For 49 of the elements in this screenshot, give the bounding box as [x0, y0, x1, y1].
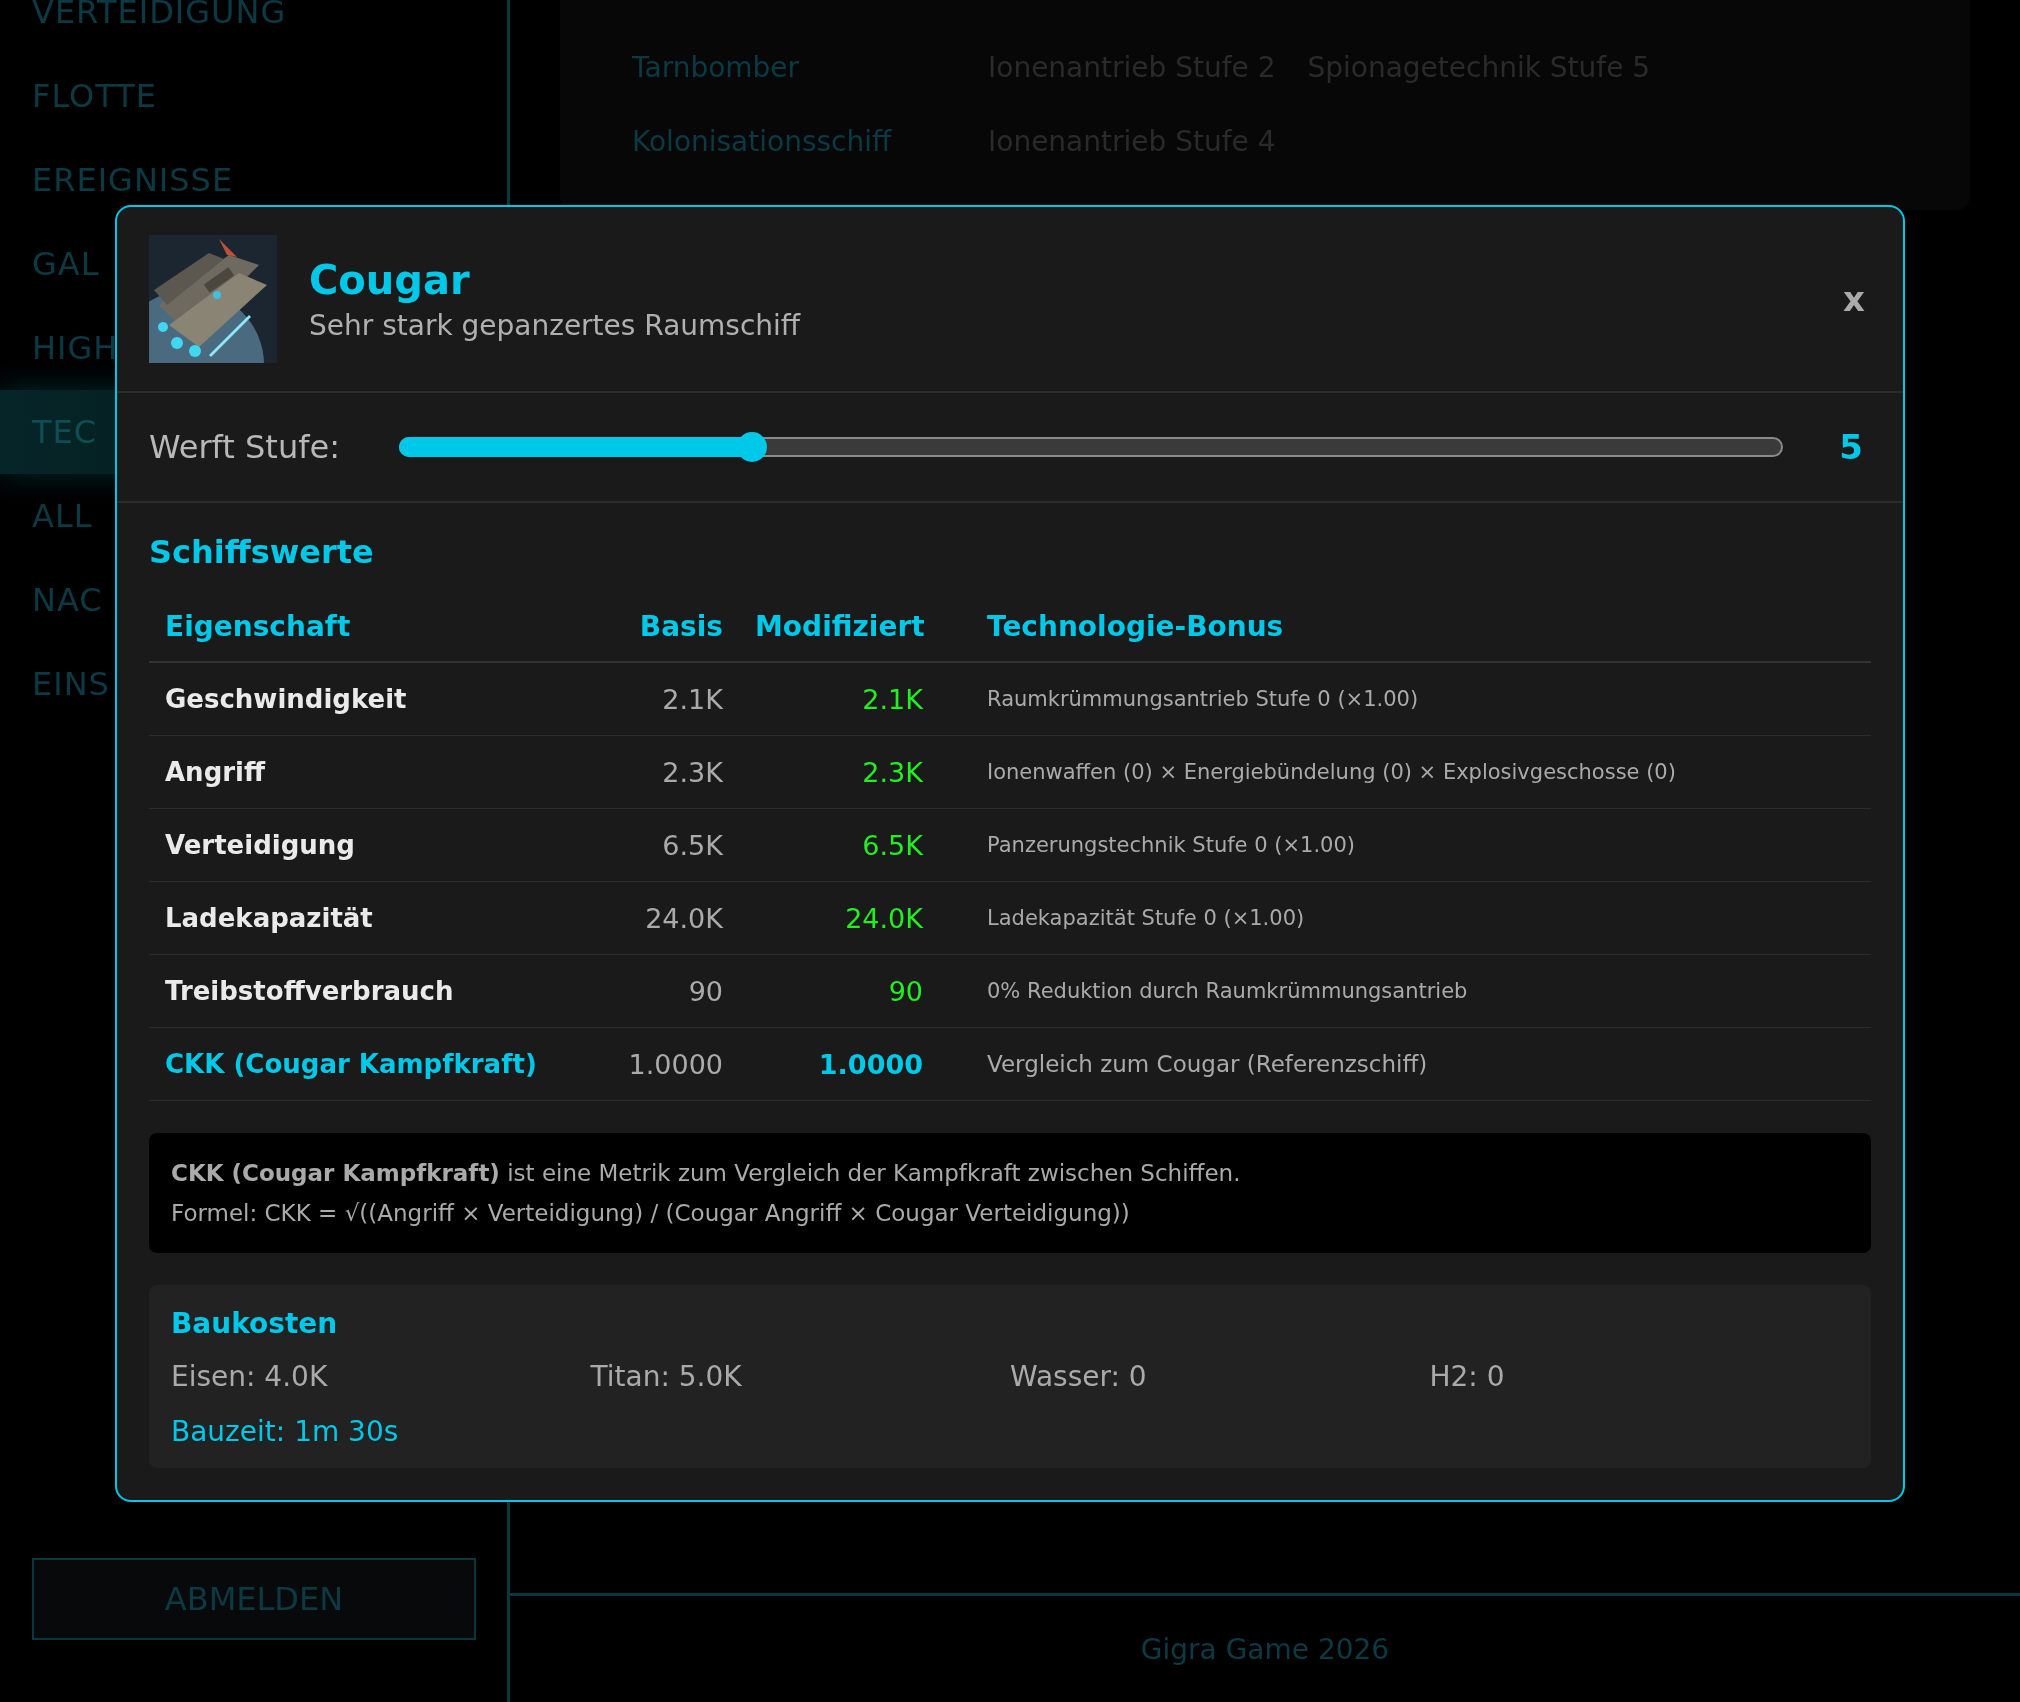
table-cell-text: 0% Reduktion durch Raumkrümmungsantrieb — [986, 979, 1469, 1003]
table-cell-text: 24.0K — [644, 902, 724, 934]
table-cell-text: 1.0000 — [627, 1048, 724, 1080]
table-cell-text: Ionenwaffen (0) × Energiebündelung (0) × Explosivgeschosse (0) — [986, 760, 1677, 784]
info-text: CKK (Cougar Kampfkraft) ist eine Metrik zum Vergleich der Kampfkraft zwischen Schiffen. — [171, 1159, 1242, 1188]
table-cell-text: 6.5K — [861, 829, 924, 861]
table-cell-text: Vergleich zum Cougar (Referenzschiff) — [986, 1051, 1429, 1077]
cost-value: H2: 0 — [1429, 1360, 1506, 1393]
table-cell-text: Tarnbomber — [632, 50, 801, 84]
table-cell-text: Angriff — [164, 757, 267, 787]
table-cell-text: Verteidigung — [164, 830, 356, 860]
nav-item[interactable]: FLOTTE — [0, 54, 507, 138]
cost-value: Titan: 5.0K — [590, 1360, 743, 1393]
table-cell-text: Geschwindigkeit — [164, 684, 408, 714]
table-cell-text: Ladekapazität — [164, 903, 374, 933]
cost-value: Wasser: 0 — [1010, 1360, 1148, 1393]
level-value: 5 — [1838, 427, 1863, 467]
cost-value: Eisen: 4.0K — [171, 1360, 329, 1393]
column-header: Technologie-Bonus — [986, 609, 1285, 643]
table-cell-text: Kolonisationsschiff — [632, 124, 893, 158]
table-cell-text: 2.3K — [861, 756, 924, 788]
table-cell-text: 90 — [687, 975, 724, 1007]
table-cell-text: 6.5K — [661, 829, 724, 861]
logout-button[interactable]: ABMELDEN — [32, 1558, 476, 1640]
table-cell-text: 2.1K — [861, 683, 924, 715]
info-text: Formel: CKK = √((Angriff × Verteidigung) / (Cougar Angriff × Cougar Verteidigung)) — [171, 1199, 1131, 1228]
table-cell-text: 2.1K — [661, 683, 724, 715]
nav-item[interactable]: VERTEIDIGUNG — [0, 0, 507, 54]
table-cell-text: Ladekapazität Stufe 0 (×1.00) — [986, 906, 1306, 930]
ship-title: Cougar — [309, 256, 471, 303]
table-cell-text: 2.3K — [661, 756, 724, 788]
shipyard-level-slider[interactable] — [399, 431, 1783, 463]
table-cell-text: Treibstoffverbrauch — [164, 976, 455, 1006]
column-header: Modifiziert — [754, 609, 926, 643]
table-cell-text: 90 — [887, 975, 924, 1007]
column-header: Eigenschaft — [164, 609, 352, 643]
footer-text: Gigra Game 2026 — [1140, 1632, 1390, 1666]
table-cell-text: 24.0K — [844, 902, 924, 934]
table-cell-text: 1.0000 — [817, 1048, 924, 1080]
build-time: Bauzeit: 1m 30s — [171, 1415, 400, 1448]
section-title: Schiffswerte — [149, 533, 375, 571]
slider-label: Werft Stufe: — [149, 428, 341, 466]
table-cell-text: Panzerungstechnik Stufe 0 (×1.00) — [986, 833, 1356, 857]
table-cell-text: Raumkrümmungsantrieb Stufe 0 (×1.00) — [986, 687, 1420, 711]
ship-subtitle: Sehr stark gepanzertes Raumschiff — [309, 308, 802, 342]
table-cell-text: CKK (Cougar Kampfkraft) — [164, 1049, 538, 1079]
column-header: Basis — [638, 609, 724, 643]
close-button[interactable]: x — [1837, 279, 1871, 319]
section-title: Baukosten — [171, 1307, 339, 1340]
